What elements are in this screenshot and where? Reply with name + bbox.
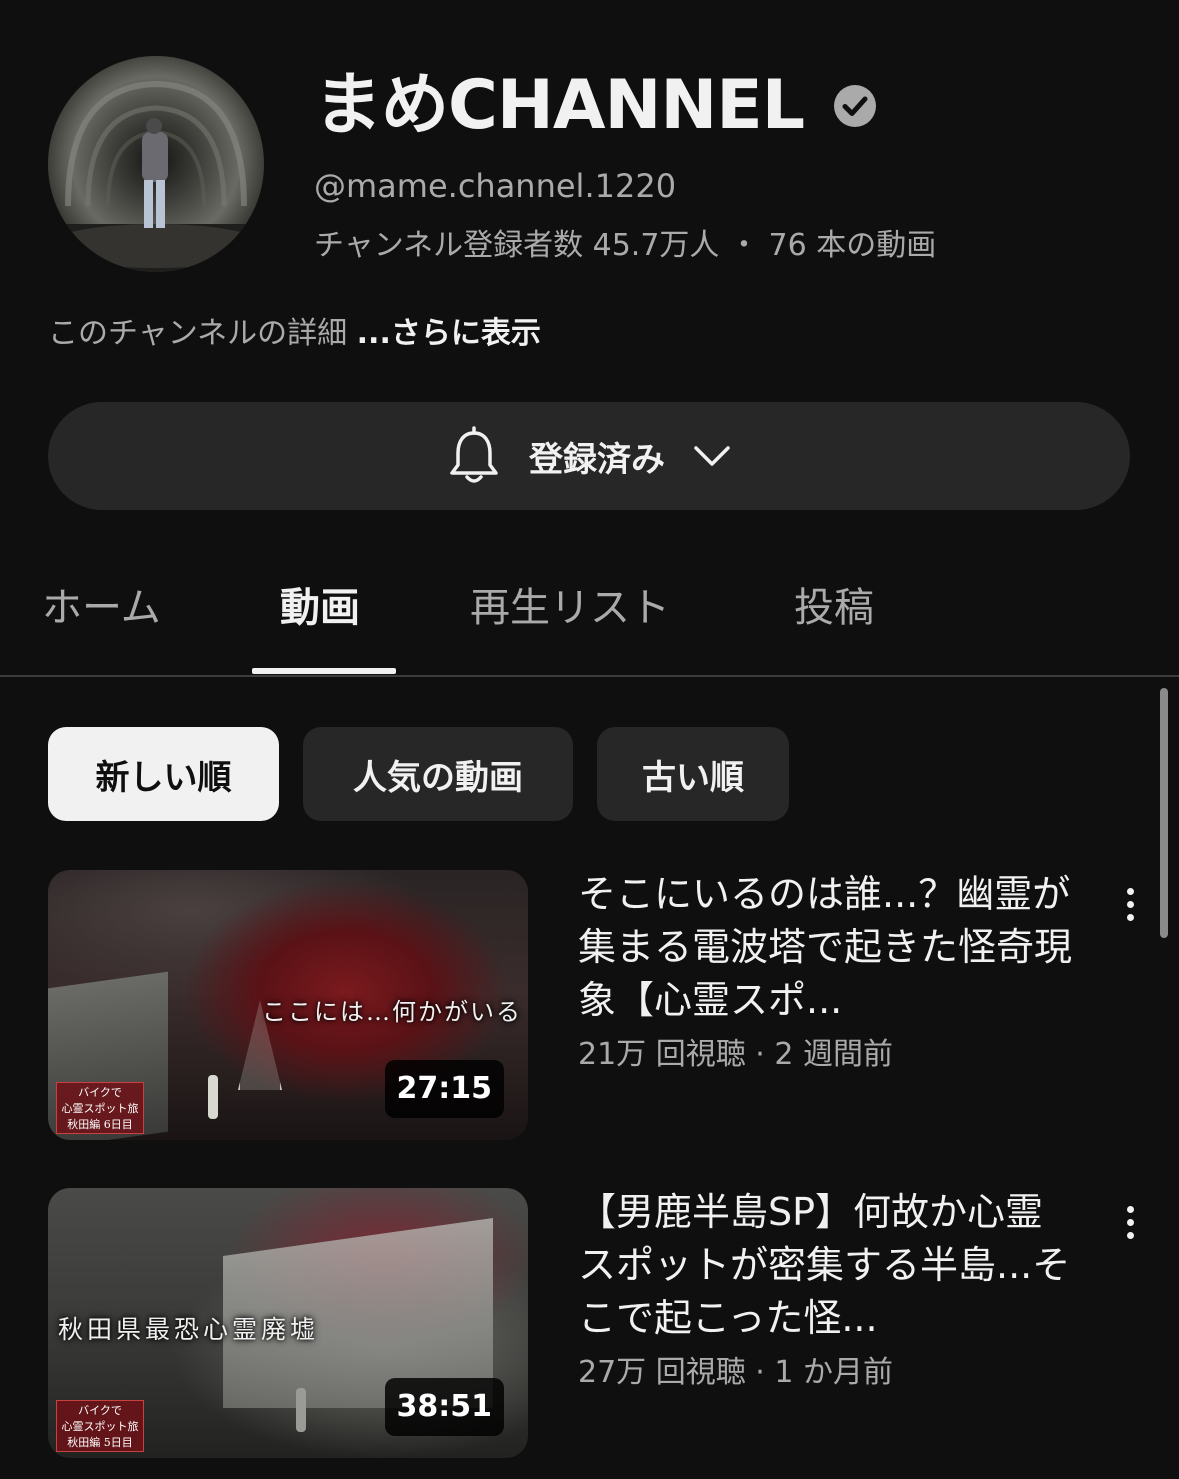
video-duration: 27:15: [384, 1060, 504, 1118]
channel-avatar[interactable]: [48, 56, 264, 272]
show-more-link[interactable]: ...さらに表示: [357, 316, 541, 351]
video-title[interactable]: 【男鹿半島SP】何故か心霊スポットが密集する半島...そこで起こった怪...: [578, 1186, 1078, 1345]
thumbnail-overlay-text: ここには…何かがいる: [262, 998, 522, 1026]
thumbnail-overlay-text: 秋田県最恐心霊廃墟: [58, 1315, 320, 1344]
video-title[interactable]: そこにいるのは誰...？幽霊が集まる電波塔で起きた怪奇現象【心霊スポ...: [578, 868, 1078, 1027]
subscribed-button[interactable]: 登録済み: [48, 402, 1130, 510]
channel-title: まめCHANNEL: [314, 66, 878, 146]
active-tab-indicator: [252, 668, 396, 674]
more-options-icon[interactable]: [1110, 1192, 1150, 1252]
video-meta: 27万 回視聴 · 1 か月前: [578, 1355, 893, 1390]
tunnel-image: [48, 56, 264, 272]
tab-posts[interactable]: 投稿: [794, 580, 874, 636]
chevron-down-icon: [694, 446, 730, 466]
thumbnail-figure: [296, 1388, 306, 1432]
series-tag-line: 秋田編 5日目: [67, 1436, 133, 1449]
video-meta: 21万 回視聴 · 2 週間前: [578, 1037, 893, 1072]
video-item[interactable]: ここには…何かがいる バイクで 心霊スポット旅 秋田編 6日目 27:15 そこ…: [48, 870, 1168, 1140]
filter-chip-newest[interactable]: 新しい順: [48, 727, 279, 821]
video-thumbnail[interactable]: 秋田県最恐心霊廃墟 バイクで 心霊スポット旅 秋田編 5日目 38:51: [48, 1188, 528, 1458]
series-tag-line: 心霊スポット旅: [61, 1420, 139, 1433]
filter-chip-oldest[interactable]: 古い順: [597, 727, 789, 821]
video-thumbnail[interactable]: ここには…何かがいる バイクで 心霊スポット旅 秋田編 6日目 27:15: [48, 870, 528, 1140]
tab-playlists[interactable]: 再生リスト: [470, 580, 670, 636]
tab-videos[interactable]: 動画: [280, 580, 360, 636]
filter-chip-popular[interactable]: 人気の動画: [303, 727, 573, 821]
series-tag-line: 心霊スポット旅: [61, 1102, 139, 1115]
series-tag: バイクで 心霊スポット旅 秋田編 6日目: [56, 1082, 144, 1134]
channel-tabs: ホーム 動画 再生リスト 投稿: [0, 570, 1179, 676]
tabs-divider: [0, 675, 1179, 677]
video-item[interactable]: 秋田県最恐心霊廃墟 バイクで 心霊スポット旅 秋田編 5日目 38:51 【男鹿…: [48, 1188, 1168, 1458]
channel-name: まめCHANNEL: [314, 66, 805, 145]
thumbnail-figure: [208, 1075, 218, 1119]
channel-stats: チャンネル登録者数 45.7万人 ・ 76 本の動画: [314, 228, 937, 263]
video-duration: 38:51: [384, 1378, 504, 1436]
verified-check-icon: [834, 85, 877, 127]
channel-description[interactable]: このチャンネルの詳細 ...さらに表示: [48, 312, 541, 356]
more-options-icon[interactable]: [1110, 874, 1150, 934]
description-text: このチャンネルの詳細: [48, 316, 348, 351]
tab-home[interactable]: ホーム: [42, 580, 161, 636]
subscribed-label: 登録済み: [529, 439, 665, 480]
series-tag-line: バイクで: [78, 1086, 122, 1099]
bell-icon: [450, 426, 498, 483]
channel-handle: @mame.channel.1220: [314, 167, 677, 205]
series-tag: バイクで 心霊スポット旅 秋田編 5日目: [56, 1400, 144, 1452]
series-tag-line: 秋田編 6日目: [67, 1118, 133, 1131]
series-tag-line: バイクで: [78, 1404, 122, 1417]
